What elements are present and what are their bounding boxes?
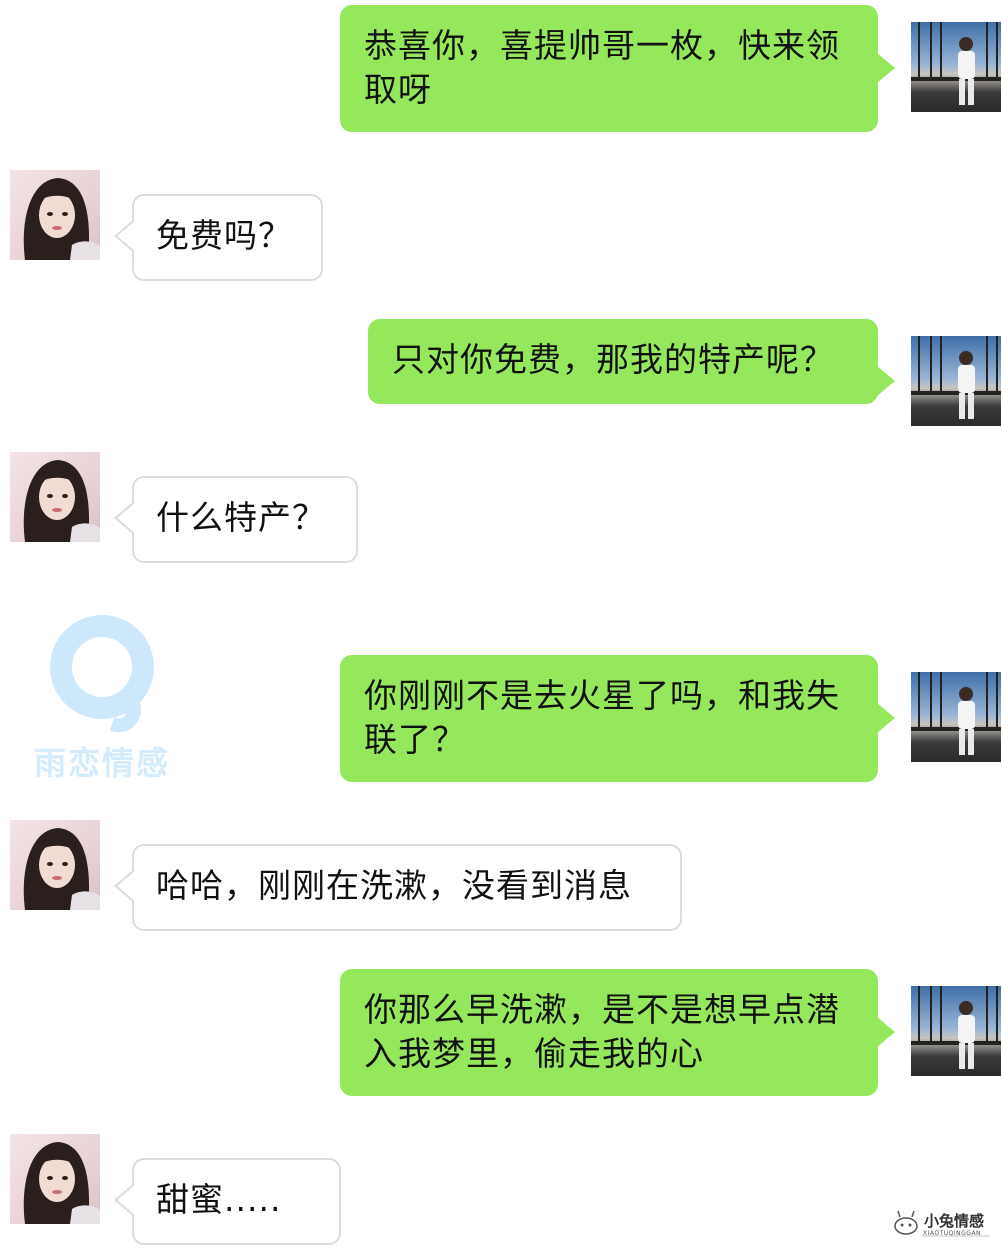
- person-portrait-icon: [23, 460, 100, 542]
- brand-subtitle: XIAOTUQINGGAN: [923, 1230, 982, 1237]
- message-text: 什么特产？: [156, 498, 326, 537]
- avatar-her[interactable]: [10, 452, 100, 542]
- watermark-text: 雨恋情感: [34, 744, 171, 782]
- person-silhouette-icon: [911, 986, 1001, 1069]
- avatar-her[interactable]: [10, 820, 100, 910]
- message-bubble-her[interactable]: 哈哈，刚刚在洗漱，没看到消息: [132, 844, 682, 931]
- message-text: 你那么早洗漱，是不是想早点潜入我梦里，偷走我的心: [364, 990, 840, 1073]
- person-portrait-icon: [23, 828, 100, 910]
- message-text: 免费吗？: [156, 216, 292, 255]
- bubble-tail: [877, 703, 895, 733]
- message-bubble-me[interactable]: 你刚刚不是去火星了吗，和我失联了？: [340, 655, 878, 782]
- avatar-her[interactable]: [10, 170, 100, 260]
- message-bubble-me[interactable]: 只对你免费，那我的特产呢？: [368, 319, 878, 404]
- avatar-me[interactable]: [911, 672, 1001, 762]
- person-portrait-icon: [23, 1142, 100, 1224]
- person-silhouette-icon: [911, 22, 1001, 105]
- message-text: 只对你免费，那我的特产呢？: [392, 340, 834, 379]
- avatar-me[interactable]: [911, 336, 1001, 426]
- person-silhouette-icon: [911, 336, 1001, 419]
- person-portrait-icon: [23, 178, 100, 260]
- message-text: 甜蜜.....: [156, 1180, 282, 1219]
- message-bubble-her[interactable]: 免费吗？: [132, 194, 323, 281]
- watermark-emblem-text: love: [84, 664, 118, 683]
- message-bubble-her[interactable]: 甜蜜.....: [132, 1158, 341, 1245]
- person-silhouette-icon: [911, 672, 1001, 755]
- bubble-tail-inner: [117, 871, 135, 901]
- message-text: 你刚刚不是去火星了吗，和我失联了？: [364, 676, 840, 759]
- message-text: 恭喜你，喜提帅哥一枚，快来领取呀: [364, 26, 840, 109]
- bubble-tail: [877, 1017, 895, 1047]
- message-text: 哈哈，刚刚在洗漱，没看到消息: [156, 866, 632, 905]
- bubble-tail-inner: [117, 1185, 135, 1215]
- avatar-her[interactable]: [10, 1134, 100, 1224]
- bubble-tail-inner: [117, 503, 135, 533]
- message-bubble-her[interactable]: 什么特产？: [132, 476, 358, 563]
- avatar-me[interactable]: [911, 22, 1001, 112]
- bubble-tail-inner: [117, 221, 135, 251]
- brand-name: 小兔情感: [924, 1212, 985, 1230]
- message-bubble-me[interactable]: 你那么早洗漱，是不是想早点潜入我梦里，偷走我的心: [340, 969, 878, 1096]
- bubble-tail: [877, 366, 895, 396]
- avatar-me[interactable]: [911, 986, 1001, 1076]
- bubble-tail: [877, 53, 895, 83]
- message-bubble-me[interactable]: 恭喜你，喜提帅哥一枚，快来领取呀: [340, 5, 878, 132]
